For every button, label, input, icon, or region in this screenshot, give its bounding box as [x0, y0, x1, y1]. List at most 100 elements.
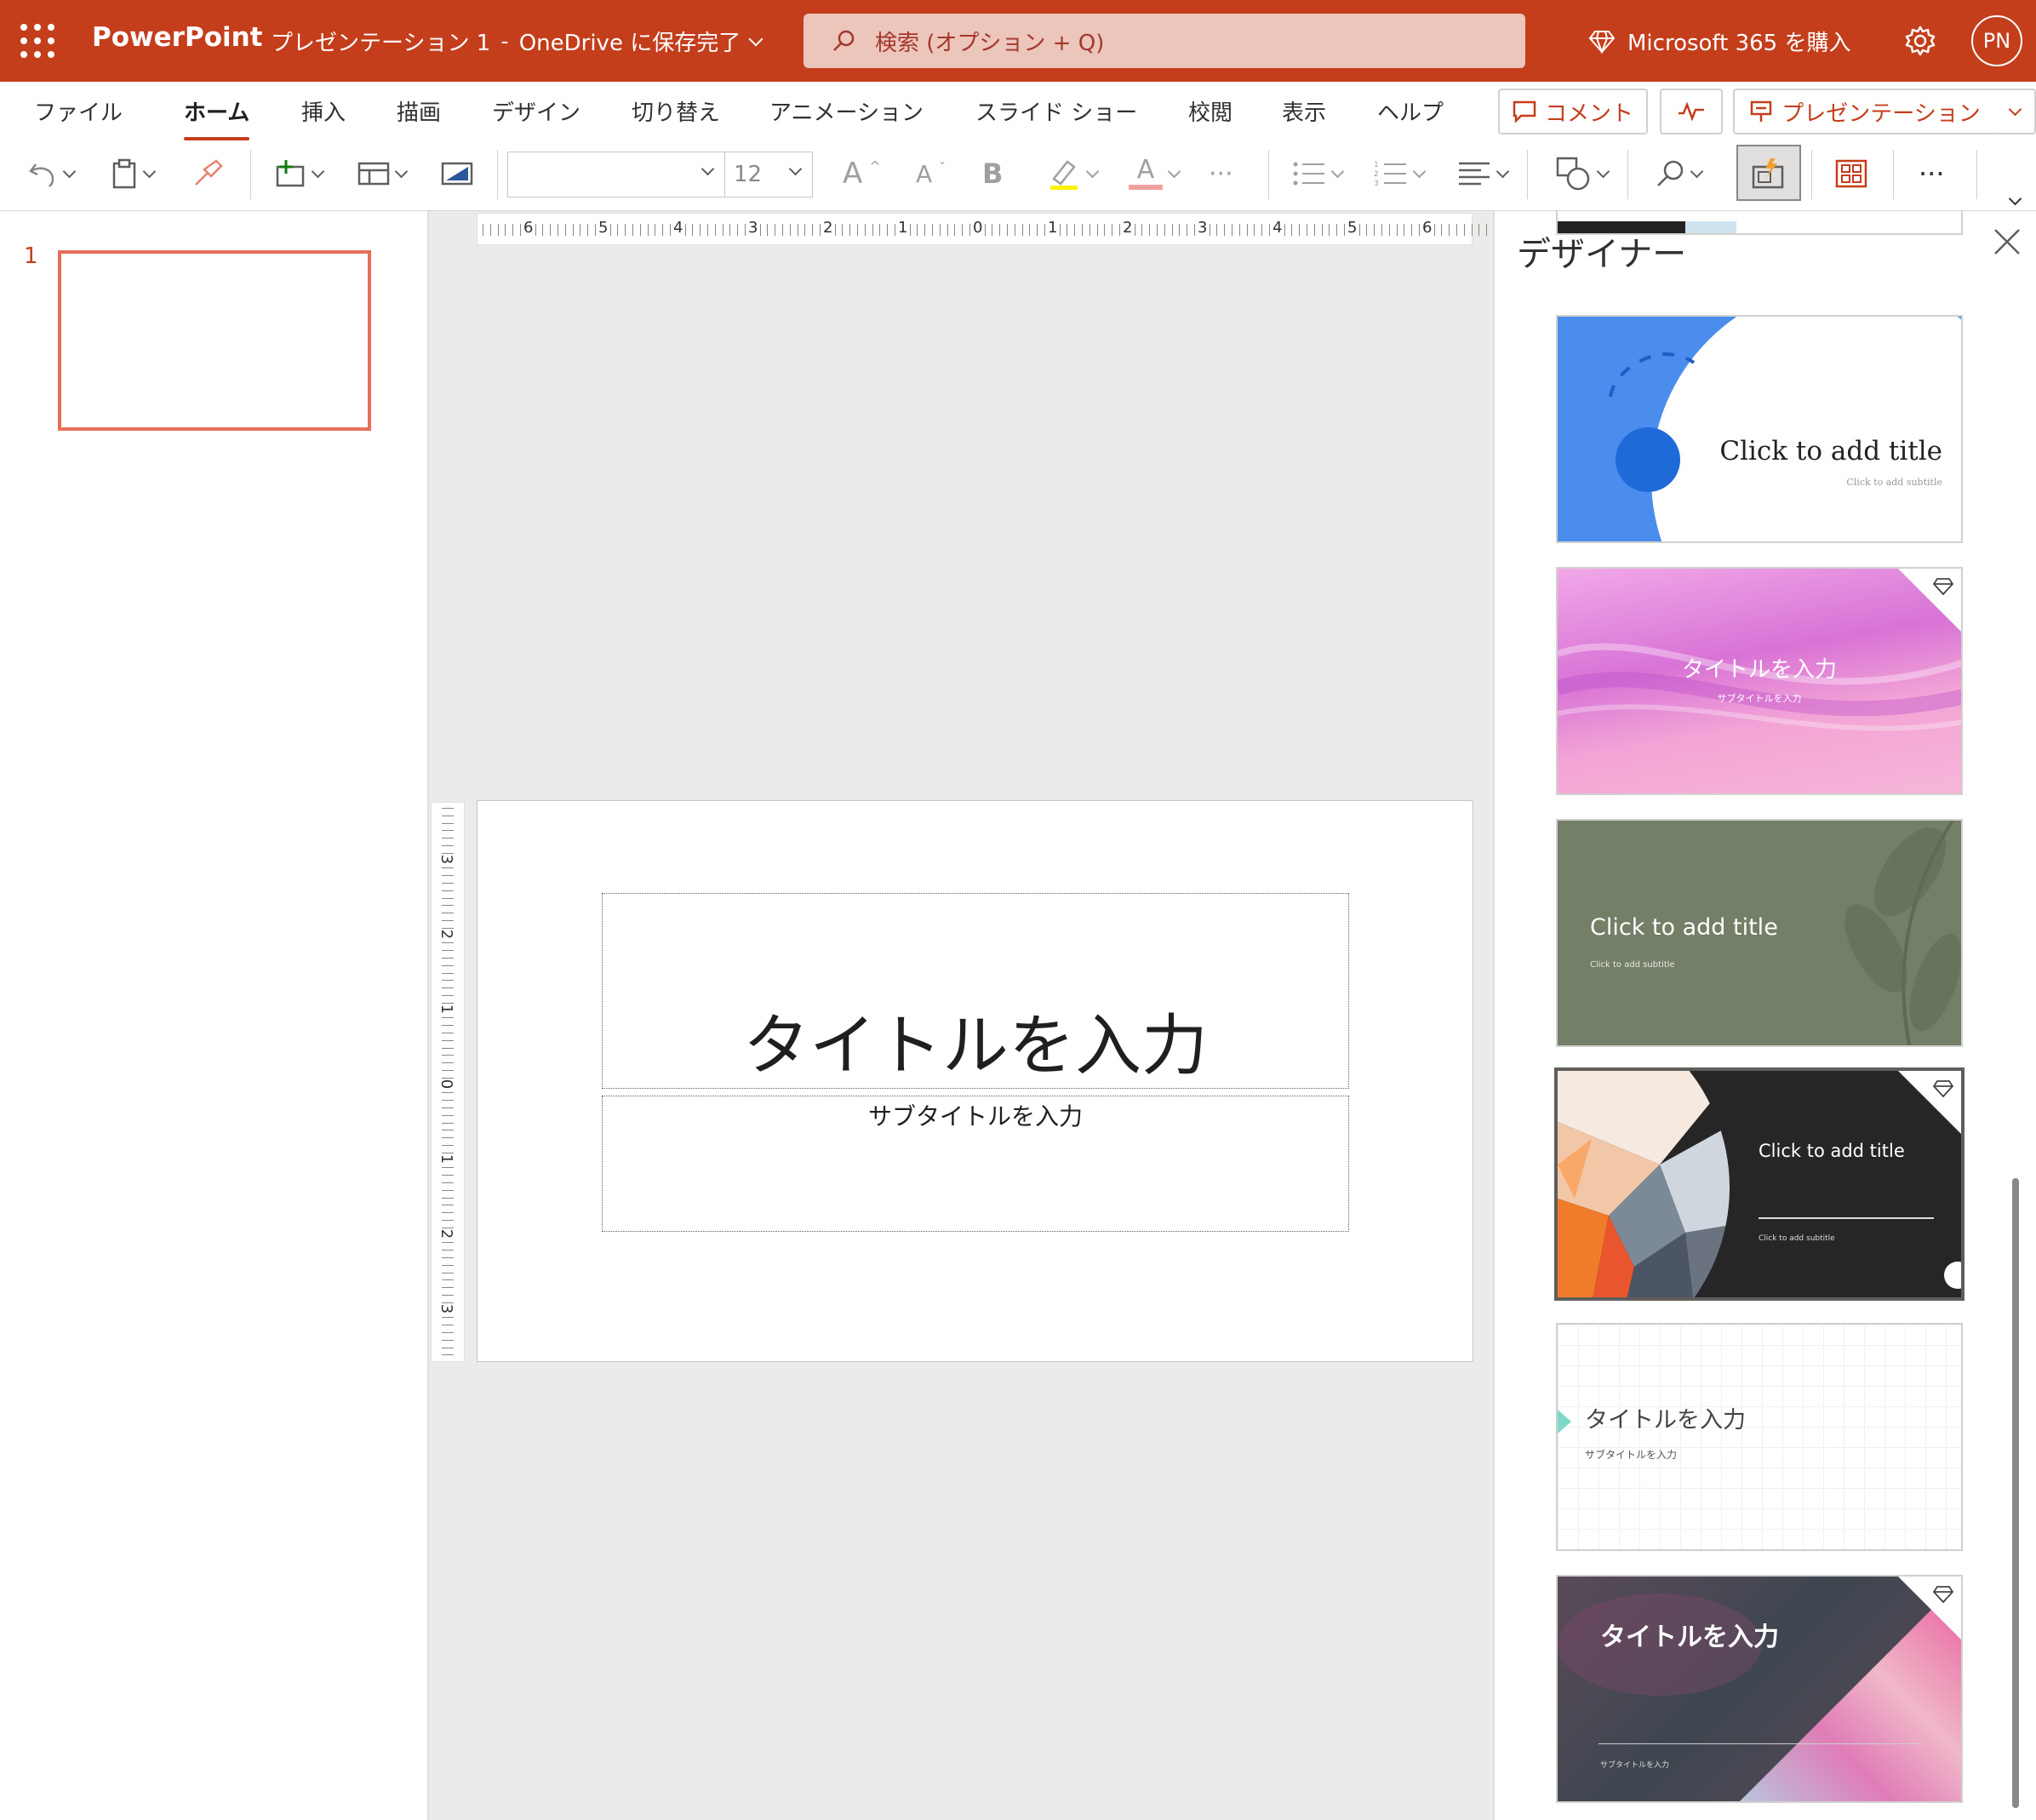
designer-scrollbar[interactable] — [2012, 1178, 2019, 1808]
paste-button[interactable] — [111, 152, 157, 196]
align-left-icon — [1459, 162, 1490, 186]
tab-animations[interactable]: アニメーション — [769, 95, 924, 127]
design-idea-card[interactable]: タイトルを入力 サブタイトルを入力 — [1556, 1323, 1963, 1551]
comment-label: コメント — [1544, 100, 1633, 127]
bold-button[interactable]: B — [982, 152, 1003, 196]
format-painter-button[interactable] — [192, 152, 223, 196]
find-button[interactable] — [1655, 152, 1704, 196]
shapes-button[interactable] — [1556, 152, 1610, 196]
tab-slide-show[interactable]: スライド ショー — [975, 95, 1137, 127]
ruler-tick — [442, 1295, 454, 1296]
search-input[interactable]: 検索 (オプション + Q) — [804, 14, 1525, 68]
gear-icon[interactable] — [1903, 24, 1937, 58]
tab-insert[interactable]: 挿入 — [301, 95, 346, 127]
ruler-tick — [804, 224, 806, 236]
ruler-tick — [550, 224, 552, 236]
title-placeholder[interactable]: タイトルを入力 — [602, 893, 1349, 1089]
document-title[interactable]: プレゼンテーション 1 - OneDrive に保存完了 — [271, 26, 764, 57]
chevron-down-icon — [1690, 164, 1704, 178]
ruler-tick — [442, 950, 454, 952]
shapes-icon — [1556, 157, 1590, 191]
design-idea-card[interactable]: Click to add title Click to add subtitle — [1556, 315, 1963, 543]
more-font-options-button[interactable]: ··· — [1209, 152, 1233, 196]
design-idea-card[interactable]: タイトルを入力 サブタイトルを入力 — [1556, 1575, 1963, 1803]
highlight-button[interactable] — [1047, 152, 1100, 196]
ribbon: ファイル ホーム 挿入 描画 デザイン 切り替え アニメーション スライド ショ… — [0, 82, 2036, 211]
font-name-select[interactable] — [507, 152, 725, 197]
font-size-select[interactable]: 12 — [724, 152, 813, 197]
tab-view[interactable]: 表示 — [1282, 95, 1326, 127]
present-options-button[interactable] — [1995, 89, 2036, 134]
presentation-icon — [1751, 100, 1772, 122]
close-icon[interactable] — [1993, 228, 2021, 255]
chevron-down-icon — [62, 164, 77, 178]
diamond-icon — [1932, 578, 1954, 596]
bullets-button[interactable] — [1292, 152, 1345, 196]
ruler-tick — [442, 1100, 454, 1102]
ruler-tick — [442, 958, 454, 959]
undo-button[interactable] — [27, 152, 77, 196]
toolbar-divider — [250, 150, 251, 199]
tab-file[interactable]: ファイル — [34, 95, 123, 127]
ruler-tick — [1358, 224, 1360, 236]
clipboard-icon — [112, 158, 136, 189]
design-idea-card[interactable]: タイトルを入力 サブタイトルを入力 — [1556, 567, 1963, 795]
design-card-subtitle: Click to add subtitle — [1846, 477, 1942, 488]
numbering-button[interactable]: 1 2 3 — [1374, 152, 1427, 196]
slide-canvas[interactable]: タイトルを入力 サブタイトルを入力 — [477, 800, 1473, 1362]
align-button[interactable] — [1457, 152, 1510, 196]
design-ideas-button[interactable] — [1835, 152, 1867, 196]
comment-icon — [1513, 100, 1536, 123]
horizontal-ruler: 6 5 4 3 2 1 0 1 2 3 4 5 6 — [477, 213, 1525, 245]
layout-button[interactable] — [357, 152, 409, 196]
designer-button[interactable] — [1736, 145, 1801, 201]
slide-thumbnail[interactable] — [58, 250, 371, 431]
design-idea-card[interactable] — [1556, 211, 1963, 235]
ruler-tick — [442, 845, 454, 846]
tab-transitions[interactable]: 切り替え — [632, 95, 720, 127]
background-button[interactable] — [441, 152, 473, 196]
tab-review[interactable]: 校閲 — [1188, 95, 1232, 127]
ruler-tick — [442, 1339, 454, 1341]
design-idea-card[interactable]: Click to add title Click to add subtitle — [1556, 819, 1963, 1047]
ruler-tick — [1471, 224, 1473, 236]
ruler-tick — [1381, 224, 1382, 236]
ruler-tick — [1456, 224, 1457, 236]
ruler-tick — [442, 890, 454, 891]
comment-button[interactable]: コメント — [1498, 89, 1648, 134]
shrink-font-button[interactable]: Aˇ — [916, 152, 946, 196]
new-slide-button[interactable] — [274, 152, 325, 196]
tab-help[interactable]: ヘルプ — [1377, 95, 1444, 127]
ruler-label: 3 — [1196, 219, 1210, 237]
ruler-tick — [1238, 224, 1240, 236]
font-color-button[interactable]: A — [1129, 152, 1181, 196]
tab-home[interactable]: ホーム — [184, 95, 250, 140]
ruler-tick — [442, 1114, 454, 1116]
subtitle-placeholder[interactable]: サブタイトルを入力 — [602, 1096, 1349, 1232]
tab-design[interactable]: デザイン — [492, 95, 580, 127]
avatar[interactable]: PN — [1971, 15, 2022, 66]
ruler-tick — [442, 987, 454, 989]
ruler-tick — [707, 224, 708, 236]
tab-draw[interactable]: 描画 — [397, 95, 441, 127]
ruler-tick — [954, 224, 956, 236]
ruler-label: 3 — [438, 854, 456, 865]
activity-button[interactable] — [1660, 89, 1723, 134]
buy-microsoft-365-link[interactable]: Microsoft 365 を購入 — [1588, 26, 1850, 57]
ruler-tick — [442, 1354, 454, 1356]
chevron-down-icon — [2008, 192, 2022, 205]
subtitle-text: サブタイトルを入力 — [867, 1102, 1083, 1130]
ruler-tick — [442, 852, 454, 854]
ruler-tick — [1441, 224, 1443, 236]
present-button[interactable]: プレゼンテーション — [1733, 89, 1997, 134]
undo-icon — [29, 163, 54, 187]
app-name[interactable]: PowerPoint — [92, 22, 263, 53]
title-separator: - — [500, 28, 509, 54]
app-launcher-icon[interactable] — [20, 24, 54, 58]
more-options-button[interactable]: ··· — [1919, 152, 1945, 196]
ruler-tick — [969, 224, 970, 236]
ruler-label: 2 — [438, 929, 456, 940]
design-idea-card[interactable]: Click to add title Click to add subtitle — [1554, 1067, 1965, 1301]
ruler-tick — [632, 224, 633, 236]
grow-font-button[interactable]: A ^ — [843, 152, 881, 196]
